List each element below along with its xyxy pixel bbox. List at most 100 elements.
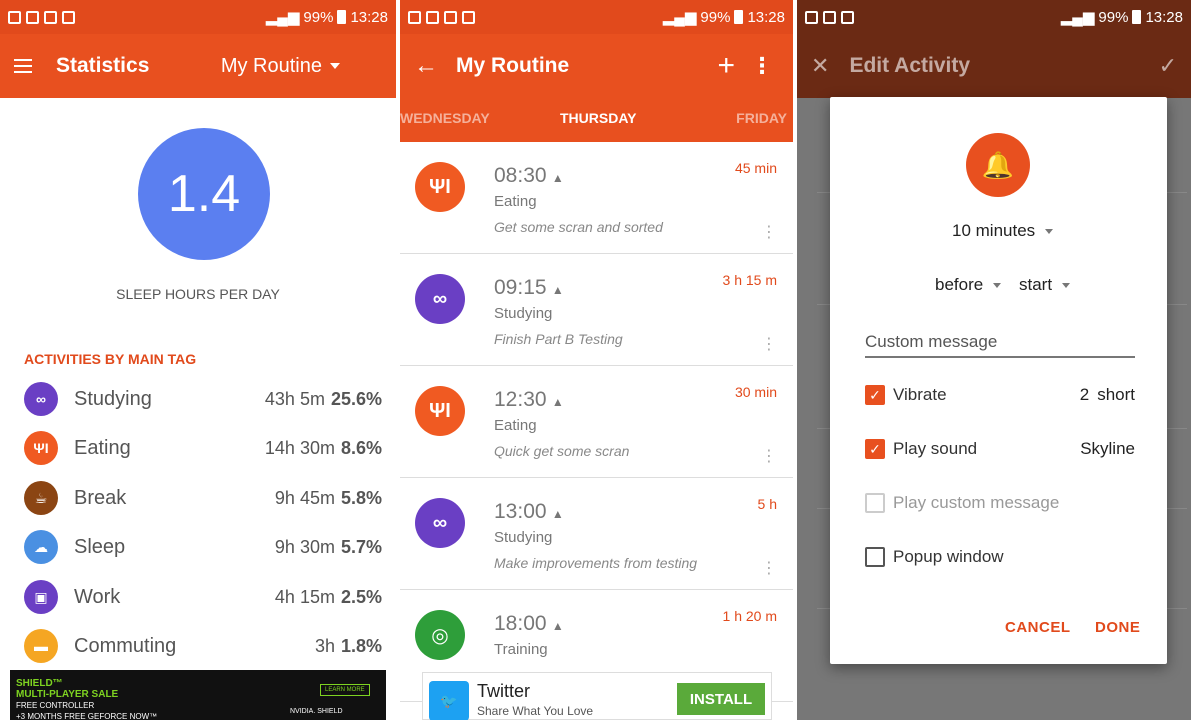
ad-app-name: Twitter xyxy=(477,681,531,701)
ad-line-3: FREE CONTROLLER xyxy=(16,701,95,710)
sound-name[interactable]: Skyline xyxy=(1080,439,1135,459)
activity-row[interactable]: ▣ Work 4h 15m 2.5% xyxy=(24,580,382,614)
relation-select[interactable]: before xyxy=(935,275,1002,295)
vibrate-type-value: short xyxy=(1097,385,1135,404)
popup-label: Popup window xyxy=(893,547,1004,566)
popup-checkbox[interactable] xyxy=(865,547,885,567)
activity-row[interactable]: ▬ Commuting 3h 1.8% xyxy=(24,629,382,663)
bell-icon: ▲ xyxy=(548,619,564,633)
shield-ad-banner[interactable]: SHIELD™ MULTI-PLAYER SALE FREE CONTROLLE… xyxy=(10,670,386,720)
check-icon[interactable]: ✓ xyxy=(1159,53,1177,79)
battery-icon xyxy=(1132,10,1142,24)
activity-percent: 2.5% xyxy=(340,586,382,607)
bell-icon: 🔔 xyxy=(966,133,1030,197)
install-button[interactable]: INSTALL xyxy=(677,683,765,715)
activity-time: 4h 15m xyxy=(274,586,335,607)
item-duration: 5 h xyxy=(757,496,777,512)
back-arrow-icon[interactable]: ← xyxy=(414,52,438,80)
item-time: 09:15 xyxy=(494,276,547,299)
ad-learn-more-button[interactable]: LEARN MORE xyxy=(320,684,370,696)
play-sound-row: ✓ Play sound Skyline xyxy=(865,437,1135,461)
done-button[interactable]: DONE xyxy=(1095,619,1140,636)
more-vert-icon[interactable]: ⋮ xyxy=(761,222,777,242)
vibrate-count-select[interactable]: 2 xyxy=(1080,385,1089,405)
menu-icon[interactable] xyxy=(14,58,36,74)
signal-icon: ▂▄▆ xyxy=(1060,9,1095,26)
routine-screen: ▂▄▆ 99% 13:28 ← My Routine + ⋮ WEDNESDAY… xyxy=(400,0,793,720)
more-vert-icon[interactable]: ⋮ xyxy=(761,446,777,466)
routine-select[interactable]: My Routine xyxy=(221,55,340,78)
activity-name: Eating xyxy=(74,436,131,459)
play-custom-row: Play custom message xyxy=(865,491,1135,515)
signal-icon: ▂▄▆ xyxy=(662,9,697,26)
twitter-bird-icon: 🐦 xyxy=(429,681,469,720)
vibrate-checkbox[interactable]: ✓ xyxy=(865,385,885,405)
statistics-screen: ▂▄▆ 99% 13:28 Statistics My Routine 1.4 … xyxy=(0,0,396,720)
status-bar: ▂▄▆ 99% 13:28 xyxy=(797,0,1191,34)
vibrate-row: ✓ Vibrate 2 short xyxy=(865,383,1135,407)
battery-level: 99% xyxy=(1098,8,1129,26)
tab-wednesday[interactable]: WEDNESDAY xyxy=(400,110,490,126)
activity-percent: 8.6% xyxy=(340,437,382,458)
clock: 13:28 xyxy=(747,8,785,26)
activity-time: 9h 30m xyxy=(274,536,335,557)
item-tag: Studying xyxy=(494,305,553,322)
ad-app-subtitle: Share What You Love xyxy=(477,704,594,718)
activity-row[interactable]: ΨΙ Eating 14h 30m 8.6% xyxy=(24,431,382,465)
cancel-button[interactable]: CANCEL xyxy=(1005,619,1071,636)
play-sound-checkbox[interactable]: ✓ xyxy=(865,439,885,459)
sleep-hours-label: SLEEP HOURS PER DAY xyxy=(116,286,280,302)
add-icon[interactable]: + xyxy=(717,49,735,83)
list-item[interactable]: ΨΙ 08:30 ▲ Eating Get some scran and sor… xyxy=(400,142,793,254)
item-time: 13:00 xyxy=(494,500,547,523)
fork-knife-icon: ΨΙ xyxy=(415,162,465,212)
list-item[interactable]: ΨΙ 12:30 ▲ Eating Quick get some scran 3… xyxy=(400,366,793,478)
list-item[interactable]: ∞ 13:00 ▲ Studying Make improvements fro… xyxy=(400,478,793,590)
tab-thursday[interactable]: THURSDAY xyxy=(560,110,637,126)
tab-friday[interactable]: FRIDAY xyxy=(736,110,787,126)
notification-icons xyxy=(8,10,75,24)
more-vert-icon[interactable]: ⋮ xyxy=(761,558,777,578)
anchor-select[interactable]: start xyxy=(1019,275,1071,295)
activity-row[interactable]: ☁ Sleep 9h 30m 5.7% xyxy=(24,530,382,564)
ad-headline-2: MULTI-PLAYER SALE xyxy=(16,689,119,700)
relation-value: before xyxy=(935,275,984,294)
anchor-value: start xyxy=(1019,275,1053,294)
bell-icon: ▲ xyxy=(548,395,564,409)
minutes-select[interactable]: 10 minutes xyxy=(952,221,1054,241)
popup-row: Popup window xyxy=(865,545,1135,569)
item-note: Quick get some scran xyxy=(494,443,630,459)
app-bar: ✕ Edit Activity ✓ xyxy=(797,34,1191,98)
caret-down-icon xyxy=(330,63,340,69)
activity-percent: 5.7% xyxy=(340,536,382,557)
activities-header: ACTIVITIES BY MAIN TAG xyxy=(24,351,197,367)
vibrate-type-select[interactable]: short xyxy=(1097,385,1135,405)
sleep-hours-circle: 1.4 xyxy=(138,128,270,260)
close-icon[interactable]: ✕ xyxy=(811,53,829,79)
custom-message-input[interactable] xyxy=(865,330,1135,358)
play-custom-checkbox[interactable] xyxy=(865,493,885,513)
activity-row[interactable]: ☕ Break 9h 45m 5.8% xyxy=(24,481,382,515)
more-vert-icon[interactable]: ⋮ xyxy=(761,334,777,354)
item-duration: 45 min xyxy=(734,160,777,176)
more-vert-icon[interactable]: ⋮ xyxy=(751,53,773,79)
briefcase-icon: ▣ xyxy=(24,580,58,614)
page-title: Statistics xyxy=(56,54,150,77)
item-note: Make improvements from testing xyxy=(494,555,698,571)
edit-activity-screen: ▂▄▆ 99% 13:28 ✕ Edit Activity ✓ 🔔 10 min… xyxy=(797,0,1191,720)
activity-name: Break xyxy=(74,486,127,509)
list-item[interactable]: ∞ 09:15 ▲ Studying Finish Part B Testing… xyxy=(400,254,793,366)
activity-name: Sleep xyxy=(74,535,126,558)
activity-time: 14h 30m xyxy=(264,437,335,458)
vibrate-count-value: 2 xyxy=(1079,385,1090,404)
activity-row[interactable]: ∞ Studying 43h 5m 25.6% xyxy=(24,382,382,416)
app-bar: Statistics My Routine xyxy=(0,34,396,98)
fork-knife-icon: ΨΙ xyxy=(24,431,58,465)
item-tag: Eating xyxy=(494,417,537,434)
bell-icon: ▲ xyxy=(548,171,564,185)
twitter-ad-banner[interactable]: 🐦 Twitter Share What You Love INSTALL xyxy=(422,672,772,720)
battery-icon xyxy=(337,10,347,24)
status-bar: ▂▄▆ 99% 13:28 xyxy=(0,0,396,34)
page-title: Edit Activity xyxy=(849,54,971,77)
activity-name: Commuting xyxy=(74,634,177,657)
